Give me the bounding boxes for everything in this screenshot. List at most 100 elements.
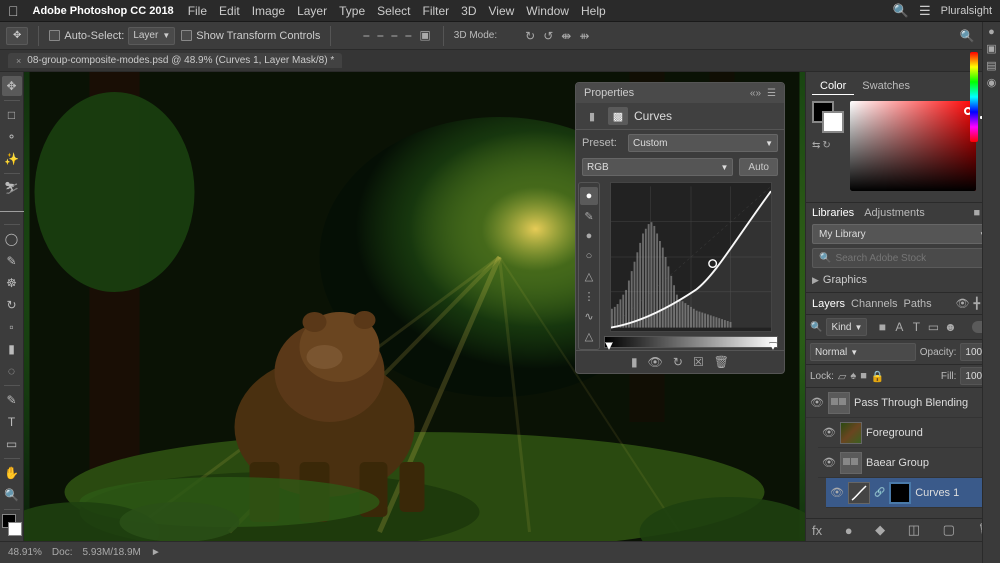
channel-dropdown[interactable]: RGB ▼ [582, 158, 733, 176]
gradient-right-handle[interactable] [769, 342, 777, 350]
curves-show-clipping[interactable]: △ [580, 327, 598, 345]
add-mask-icon[interactable]: ● [845, 523, 853, 538]
3d-roll-icon[interactable]: ↺ [541, 27, 555, 45]
menu-help[interactable]: Help [581, 4, 606, 18]
crop-tool[interactable]: ⛷ [2, 178, 22, 198]
gradient-left-handle[interactable] [605, 342, 613, 350]
right-bar-icon4[interactable]: ◉ [987, 76, 997, 89]
align-left-icon[interactable]: ⎯ [361, 26, 371, 45]
adjustment-layer-icon[interactable]: ◆ [875, 522, 885, 538]
smart-filter-icon[interactable]: ☻ [943, 320, 957, 334]
layer-add-icon[interactable]: ╋ [974, 297, 981, 310]
right-bar-icon2[interactable]: ▣ [986, 42, 996, 55]
curves-pencil-tool[interactable]: ✎ [580, 207, 598, 225]
lasso-tool[interactable]: ⚬ [2, 127, 22, 147]
align-right-icon[interactable]: ⎯ [389, 26, 399, 45]
menu-file[interactable]: File [188, 4, 207, 18]
menu-type[interactable]: Type [339, 4, 365, 18]
menu-edit[interactable]: Edit [219, 4, 240, 18]
hue-saturation-picker[interactable] [850, 101, 976, 191]
search-icon[interactable]: 🔍 [893, 3, 909, 19]
menu-3d[interactable]: 3D [461, 4, 476, 18]
layer-visibility-eye[interactable]: 👁 [830, 486, 844, 499]
layer-dropdown[interactable]: Layer ▼ [128, 27, 175, 45]
menu-filter[interactable]: Filter [422, 4, 449, 18]
library-search-input[interactable] [835, 253, 987, 264]
apple-menu[interactable]:  [8, 3, 19, 19]
swatches-tab[interactable]: Swatches [854, 78, 918, 95]
history-brush-tool[interactable]: ↻ [2, 295, 22, 315]
my-library-dropdown[interactable]: My Library ▼ [812, 224, 994, 244]
reset-colors-icon[interactable]: ↻ [822, 140, 830, 151]
tab-close-icon[interactable]: × [16, 56, 21, 66]
curves-sample-midtone[interactable]: ○ [580, 247, 598, 265]
text-filter-icon[interactable]: T [909, 320, 923, 334]
menu-window[interactable]: Window [526, 4, 569, 18]
panel-curves-icon[interactable]: ▩ [608, 107, 628, 125]
color-picker-tool[interactable] [2, 514, 22, 536]
lock-all-icon[interactable]: 🔒 [871, 370, 885, 383]
menu-view[interactable]: View [489, 4, 515, 18]
background-color-swatch[interactable] [822, 111, 844, 133]
eraser-tool[interactable]: ▫ [2, 317, 22, 337]
panel-icon-reset[interactable]: ↻ [673, 355, 683, 369]
pen-tool[interactable]: ✎ [2, 390, 22, 410]
panel-expand-icon[interactable]: «» [750, 88, 761, 99]
transform-check[interactable]: Show Transform Controls [181, 30, 320, 42]
hand-tool[interactable]: ✋ [2, 463, 22, 483]
panel-icon-trash[interactable]: 🗑 [714, 355, 729, 369]
gradient-tool[interactable]: ▮ [2, 339, 22, 359]
eyedropper-tool[interactable]: ⸻ [2, 200, 22, 220]
layer-visibility-icon[interactable]: 👁 [956, 297, 970, 310]
menu-image[interactable]: Image [252, 4, 285, 18]
channels-tab[interactable]: Channels [851, 298, 897, 310]
3d-slide-icon[interactable]: ⇻ [577, 27, 591, 45]
magic-wand-tool[interactable]: ✨ [2, 149, 22, 169]
brush-tool[interactable]: ✎ [2, 251, 22, 271]
align-center-icon[interactable]: ⎯ [375, 26, 385, 45]
layer-item[interactable]: 👁 Pass Through Blending [806, 388, 1000, 418]
document-tab[interactable]: × 08-group-composite-modes.psd @ 48.9% (… [8, 53, 342, 68]
curves-smooth[interactable]: ∿ [580, 307, 598, 325]
graphics-section[interactable]: ▶ Graphics [812, 272, 994, 288]
layer-visibility-eye[interactable]: 👁 [822, 426, 836, 439]
panel-mask-icon[interactable]: ▮ [582, 107, 602, 125]
layer-item[interactable]: 👁 🔗 Curves 1 [826, 478, 1000, 508]
curves-sample-shadow[interactable]: ● [580, 227, 598, 245]
zoom-tool[interactable]: 🔍 [2, 485, 22, 505]
add-style-icon[interactable]: fx [812, 523, 822, 538]
workspace-icon[interactable]: ☰ [919, 3, 931, 19]
adjustment-filter-icon[interactable]: A [892, 320, 906, 334]
layer-link-icon[interactable]: 🔗 [874, 487, 885, 498]
right-bar-icon3[interactable]: ▤ [986, 59, 996, 72]
paths-tab[interactable]: Paths [904, 298, 932, 310]
lock-artboard-icon[interactable]: ■ [860, 370, 867, 383]
layer-item[interactable]: 👁 Foreground [818, 418, 1000, 448]
move-tool[interactable]: ✥ [2, 76, 22, 96]
layer-item[interactable]: 👁 Baear Group [818, 448, 1000, 478]
layers-tab[interactable]: Layers [812, 298, 845, 310]
panel-icon-eye[interactable]: 👁 [648, 355, 663, 369]
layer-visibility-eye[interactable]: 👁 [810, 396, 824, 409]
right-bar-icon1[interactable]: ● [988, 26, 995, 38]
panel-icon-delete[interactable]: ☒ [693, 355, 704, 369]
shape-filter-icon[interactable]: ▭ [926, 320, 940, 334]
lib-grid-icon[interactable]: ■ [973, 207, 980, 220]
curves-select-tool[interactable]: ● [580, 187, 598, 205]
heal-tool[interactable]: ◯ [2, 229, 22, 249]
status-arrow-icon[interactable]: ► [151, 547, 161, 558]
color-spectrum-bar[interactable] [970, 52, 978, 142]
curves-sample-highlight[interactable]: △ [580, 267, 598, 285]
swap-colors-icon[interactable]: ⇆ [812, 140, 820, 151]
move-tool-btn[interactable]: ✥ [6, 27, 28, 45]
auto-select-check[interactable]: Auto-Select: Layer ▼ [49, 27, 175, 45]
libraries-tab[interactable]: Libraries [812, 207, 854, 220]
panel-menu-icon[interactable]: ☰ [767, 88, 776, 99]
curves-on-image[interactable]: ⋮ [580, 287, 598, 305]
3d-rotate-icon[interactable]: ↻ [523, 27, 537, 45]
3d-drag-icon[interactable]: ⇼ [559, 27, 573, 45]
auto-align-icon[interactable]: ▣ [417, 26, 432, 45]
panel-icon-mask[interactable]: ▮ [631, 355, 638, 369]
pixel-filter-icon[interactable]: ■ [875, 320, 889, 334]
auto-button[interactable]: Auto [739, 158, 778, 176]
